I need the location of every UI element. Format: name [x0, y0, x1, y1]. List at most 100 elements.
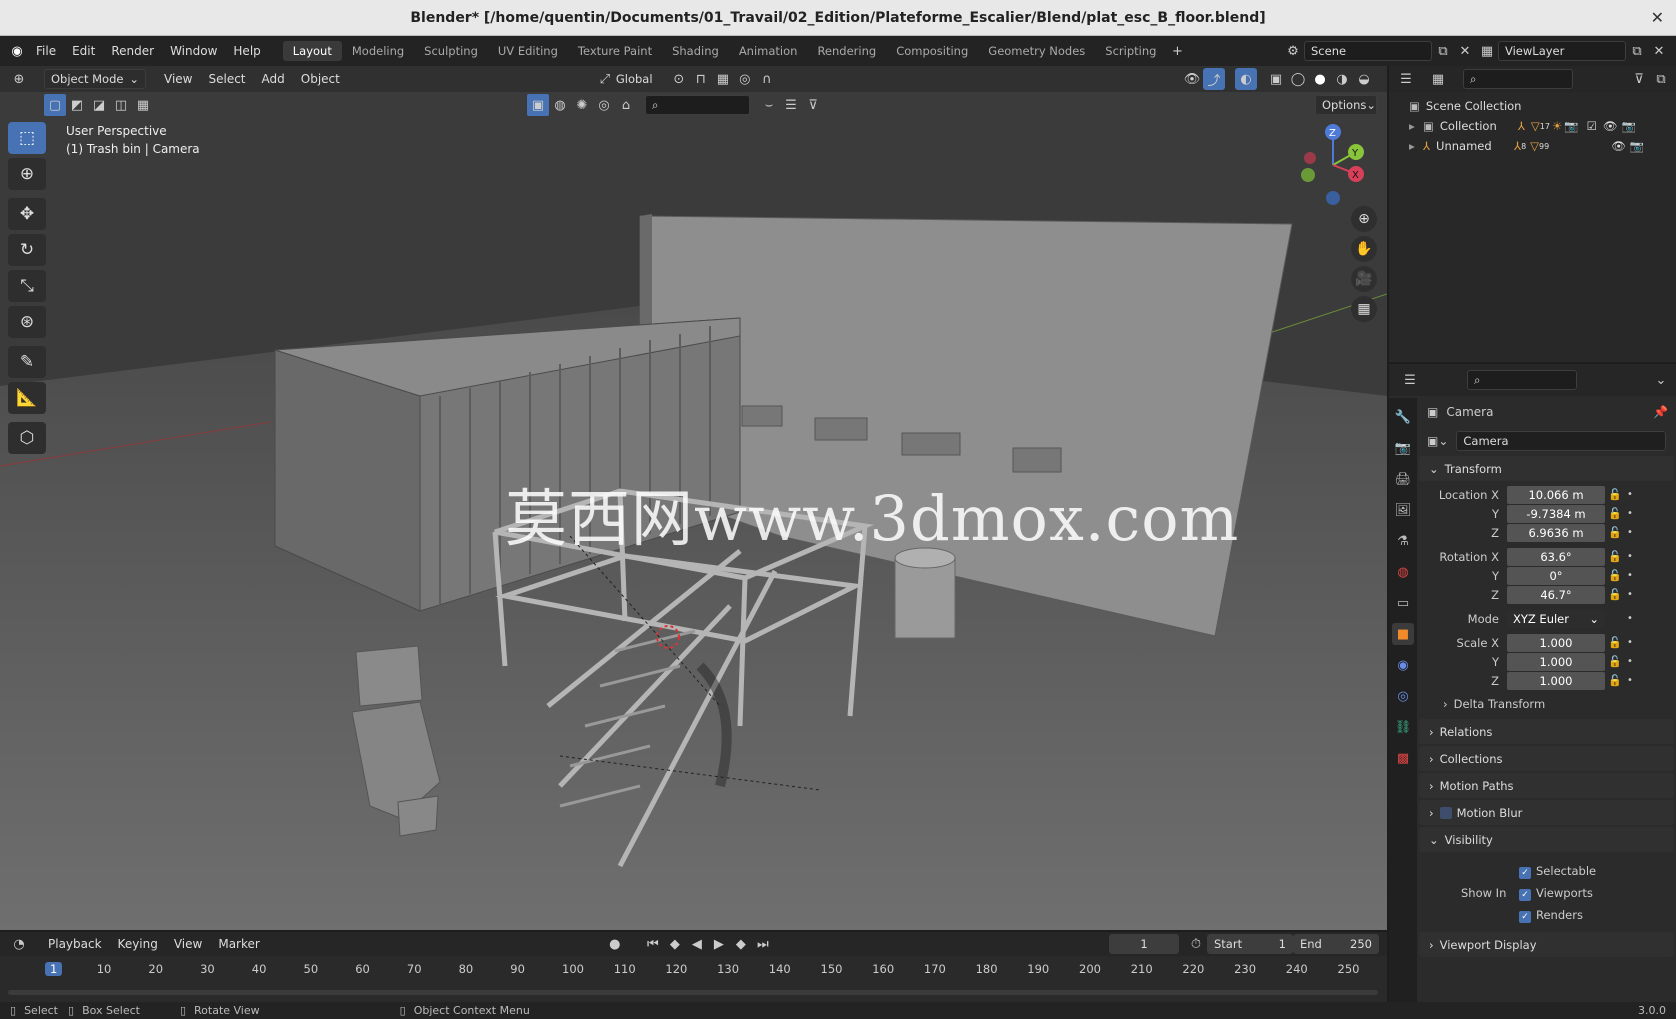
menu-help[interactable]: Help [225, 44, 268, 58]
lock-icon[interactable]: 🔓 [1605, 674, 1625, 687]
rotate-tool-icon[interactable]: ↻ [8, 234, 46, 266]
view-layer-field[interactable]: ViewLayer [1498, 41, 1626, 61]
data-tab-icon[interactable]: ▩ [1392, 747, 1414, 769]
collection-tab-icon[interactable]: ▭ [1392, 592, 1414, 614]
keyframe-dot-icon[interactable]: • [1625, 637, 1635, 648]
end-frame-field[interactable]: End 250 [1293, 934, 1379, 954]
scale-z-field[interactable]: 1.000 [1507, 671, 1605, 690]
location-y-field[interactable]: -9.7384 m [1507, 504, 1605, 523]
pan-hand-icon[interactable]: ✋ [1351, 236, 1377, 262]
world-tab-icon[interactable]: ◍ [1392, 561, 1414, 583]
next-keyframe-icon[interactable]: ◆ [730, 933, 752, 955]
play-reverse-icon[interactable]: ◀ [686, 933, 708, 955]
viewports-row[interactable]: Show In ✓ Viewports [1461, 882, 1674, 904]
render-camera-icon[interactable]: 📷 [1622, 119, 1636, 133]
scale-x-field[interactable]: 1.000 [1507, 633, 1605, 652]
visibility-icon[interactable]: 👁 [1181, 68, 1203, 90]
tab-uv-editing[interactable]: UV Editing [488, 41, 568, 61]
filter-light-icon[interactable]: ✺ [571, 94, 593, 116]
renders-row[interactable]: ✓ Renders [1519, 904, 1674, 926]
outliner-editor-icon[interactable]: ☰ [1395, 68, 1417, 90]
transform-panel-header[interactable]: ⌄ Transform [1419, 456, 1674, 481]
tab-sculpting[interactable]: Sculpting [414, 41, 488, 61]
jump-end-icon[interactable]: ⏭ [752, 933, 774, 955]
new-scene-icon[interactable]: ⧉ [1432, 40, 1454, 62]
viewport-display-panel-header[interactable]: › Viewport Display [1419, 932, 1674, 957]
timeline-editor-icon[interactable]: ◔ [8, 933, 30, 955]
lock-icon[interactable]: 🔓 [1605, 636, 1625, 649]
record-icon[interactable]: ● [604, 933, 626, 955]
scene-tab-icon[interactable]: ⚗ [1392, 530, 1414, 552]
play-icon[interactable]: ▶ [708, 933, 730, 955]
prev-keyframe-icon[interactable]: ◆ [664, 933, 686, 955]
rendered-shading-icon[interactable]: ◒ [1353, 68, 1375, 90]
keyframe-dot-icon[interactable]: • [1625, 675, 1635, 686]
close-icon[interactable]: ✕ [1651, 8, 1664, 27]
select-extend-icon[interactable]: ◩ [66, 94, 88, 116]
timeline-menu-marker[interactable]: Marker [210, 937, 267, 951]
orientation-dropdown[interactable]: Global [616, 72, 668, 86]
new-collection-icon[interactable]: ⧉ [1650, 68, 1672, 90]
move-tool-icon[interactable]: ✥ [8, 198, 46, 230]
view-layer-icon[interactable]: ▦ [1476, 40, 1498, 62]
outliner-filter-icon[interactable]: ⊽ [1628, 68, 1650, 90]
menu-render[interactable]: Render [103, 44, 162, 58]
remove-view-layer-icon[interactable]: ✕ [1648, 40, 1670, 62]
tab-scripting[interactable]: Scripting [1095, 41, 1166, 61]
checkmark-icon[interactable]: ✓ [1519, 911, 1531, 923]
select-invert-icon[interactable]: ◫ [110, 94, 132, 116]
outliner-item-unnamed[interactable]: ▸ ⅄ Unnamed ⅄ 8 ▽ 99 👁 📷 [1409, 136, 1676, 156]
motion-blur-checkbox[interactable] [1439, 806, 1452, 819]
constraints-tab-icon[interactable]: ⛓ [1392, 716, 1414, 738]
tab-rendering[interactable]: Rendering [807, 41, 886, 61]
tab-shading[interactable]: Shading [662, 41, 729, 61]
motion-paths-panel-header[interactable]: › Motion Paths [1419, 773, 1674, 798]
lock-icon[interactable]: 🔓 [1605, 655, 1625, 668]
checkmark-icon[interactable]: ✓ [1519, 889, 1531, 901]
xray-icon[interactable]: ▣ [1265, 68, 1287, 90]
filter-icon[interactable]: ⊽ [802, 94, 824, 116]
timeline-ruler[interactable]: 1 10 20 30 40 50 60 70 80 90 100 110 120 130 140 150 160… [0, 958, 1387, 980]
lock-icon[interactable]: 🔓 [1605, 507, 1625, 520]
navigation-gizmo[interactable]: Z Y X [1298, 120, 1368, 210]
menu-window[interactable]: Window [162, 44, 225, 58]
3d-viewport[interactable]: ⊕ Object Mode ⌄ View Select Add Object ⤢… [0, 66, 1387, 930]
display-mode-icon[interactable]: ▦ [1427, 68, 1449, 90]
pin-icon[interactable]: 📌 [1653, 405, 1668, 419]
new-view-layer-icon[interactable]: ⧉ [1626, 40, 1648, 62]
viewport-menu-object[interactable]: Object [293, 72, 348, 86]
tab-compositing[interactable]: Compositing [886, 41, 978, 61]
delta-transform-subpanel[interactable]: › Delta Transform [1419, 690, 1674, 717]
add-workspace-icon[interactable]: + [1166, 40, 1188, 62]
stopwatch-icon[interactable]: ⏱ [1185, 933, 1207, 955]
rotation-x-field[interactable]: 63.6° [1507, 547, 1605, 566]
solid-shading-icon[interactable]: ● [1309, 68, 1331, 90]
blender-logo-icon[interactable]: ◉ [6, 40, 28, 62]
modifier-tab-icon[interactable]: ◉ [1392, 654, 1414, 676]
timeline-menu-view[interactable]: View [166, 937, 210, 951]
rotation-z-field[interactable]: 46.7° [1507, 585, 1605, 604]
proportional-edit-icon[interactable]: ◎ [734, 68, 756, 90]
filter-material-icon[interactable]: ◎ [593, 94, 615, 116]
select-intersect-icon[interactable]: ▦ [132, 94, 154, 116]
timeline-menu-playback[interactable]: Playback [40, 937, 110, 951]
viewport-menu-select[interactable]: Select [200, 72, 253, 86]
camera-view-icon[interactable]: 🎥 [1351, 266, 1377, 292]
keyframe-dot-icon[interactable]: • [1625, 551, 1635, 562]
outliner-search-input[interactable]: ⌕ [1463, 69, 1573, 89]
lock-icon[interactable]: 🔓 [1605, 526, 1625, 539]
keyframe-dot-icon[interactable]: • [1625, 589, 1635, 600]
scene-icon[interactable]: ⚙ [1282, 40, 1304, 62]
select-subtract-icon[interactable]: ◪ [88, 94, 110, 116]
properties-search-input[interactable]: ⌕ [1467, 370, 1577, 390]
editor-type-icon[interactable]: ⊕ [8, 68, 30, 90]
relations-panel-header[interactable]: › Relations [1419, 719, 1674, 744]
selectable-row[interactable]: ✓ Selectable [1519, 860, 1674, 882]
rotation-y-field[interactable]: 0° [1507, 566, 1605, 585]
keyframe-dot-icon[interactable]: • [1625, 613, 1635, 624]
tab-modeling[interactable]: Modeling [342, 41, 414, 61]
pivot-icon[interactable]: ⊙ [668, 68, 690, 90]
measure-tool-icon[interactable]: 📐 [8, 382, 46, 414]
view-layer-tab-icon[interactable]: 🖼 [1392, 499, 1414, 521]
jump-start-icon[interactable]: ⏮ [642, 933, 664, 955]
